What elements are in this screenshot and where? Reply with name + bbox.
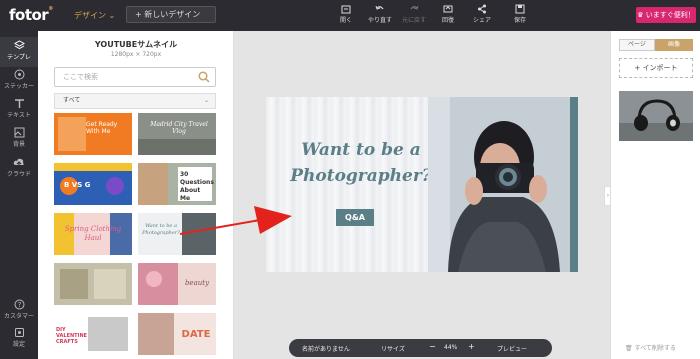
bottom-toolbar: 名前がありません リサイズ − 44% + プレビュー xyxy=(289,339,552,357)
photographer-photo[interactable] xyxy=(428,97,570,272)
canvas-area: Want to be a Photographer? Q&A xyxy=(234,31,610,359)
chevron-down-icon: ⌄ xyxy=(203,97,209,104)
red-arrow-annotation xyxy=(180,206,292,235)
folder-icon xyxy=(341,5,351,14)
design-artboard[interactable]: Want to be a Photographer? Q&A xyxy=(266,97,578,272)
design-name[interactable]: 名前がありません xyxy=(302,344,350,353)
tab-page[interactable]: ページ xyxy=(619,39,655,51)
undo-icon xyxy=(375,5,384,10)
zoom-in-button[interactable]: + xyxy=(468,342,475,351)
redo-icon xyxy=(410,5,419,10)
template-icon xyxy=(13,40,25,50)
chevron-down-icon: ⌄ xyxy=(108,11,116,20)
open-button[interactable]: 開く xyxy=(329,4,363,24)
save-icon xyxy=(515,4,525,14)
template-panel: YOUTUBEサムネイル 1280px × 720px すべて⌄ Get Rea… xyxy=(38,31,234,359)
undo-button[interactable]: やり直す xyxy=(363,4,397,24)
zoom-out-button[interactable]: − xyxy=(429,342,436,351)
right-panel: ページ 画像 + インポート 🗑 すべて削除する xyxy=(610,31,700,359)
nav-settings[interactable]: 設定 xyxy=(0,327,38,351)
import-button[interactable]: + インポート xyxy=(619,58,693,78)
settings-icon xyxy=(14,328,24,337)
delete-all-button[interactable]: 🗑 すべて削除する xyxy=(625,343,676,352)
new-design-button[interactable]: + 新しいデザイン xyxy=(126,6,216,23)
search-icon[interactable] xyxy=(198,71,210,83)
restore-icon xyxy=(443,5,453,13)
left-nav: テンプレ ステッカー テキスト 背景 クラウド ? カスタマー 設定 xyxy=(0,31,38,359)
chevron-right-icon: › xyxy=(606,192,610,199)
save-button[interactable]: 保存 xyxy=(503,4,537,24)
template-thumb[interactable]: Spring Clothing Haul xyxy=(54,213,132,255)
template-thumb[interactable]: 30 Questions About Me xyxy=(138,163,216,205)
panel-size: 1280px × 720px xyxy=(110,51,162,58)
share-button[interactable]: シェア xyxy=(465,4,499,24)
nav-customer[interactable]: ? カスタマー xyxy=(0,299,38,323)
headphones-image xyxy=(619,91,693,141)
tab-image[interactable]: 画像 xyxy=(655,39,693,51)
background-icon xyxy=(14,127,24,138)
template-thumb[interactable]: DIY VALENTINE CRAFTS xyxy=(54,313,132,355)
search-input[interactable] xyxy=(54,67,216,87)
share-icon xyxy=(478,4,486,14)
teal-accent-strip xyxy=(570,97,578,272)
svg-text:?: ? xyxy=(17,301,21,309)
template-thumb[interactable] xyxy=(54,263,132,305)
template-thumb[interactable]: beauty xyxy=(138,263,216,305)
template-thumb[interactable]: Madrid City Travel Vlog xyxy=(138,113,216,155)
headline-text[interactable]: Want to be a Photographer? xyxy=(286,137,436,189)
uploaded-image-thumb[interactable] xyxy=(619,91,693,141)
nav-cloud[interactable]: クラウド xyxy=(0,157,38,183)
crown-icon: ♛ xyxy=(637,11,644,19)
text-icon xyxy=(14,99,24,108)
trash-icon: 🗑 xyxy=(625,345,633,352)
zoom-level: 44% xyxy=(444,344,458,351)
qa-badge[interactable]: Q&A xyxy=(336,209,374,226)
preview-button[interactable]: プレビュー xyxy=(497,344,527,353)
category-filter[interactable]: すべて ⌄ xyxy=(54,93,216,109)
template-thumb[interactable]: Get Ready With Me xyxy=(54,113,132,155)
resize-button[interactable]: リサイズ xyxy=(381,344,405,353)
nav-stickers[interactable]: ステッカー xyxy=(0,69,38,95)
top-bar: fotor® デザイン ⌄ + 新しいデザイン 開く やり直す 元に戻す 回復 … xyxy=(0,0,700,31)
help-icon: ? xyxy=(14,299,24,310)
cloud-icon xyxy=(13,158,24,167)
fotor-logo[interactable]: fotor® xyxy=(9,6,53,24)
upgrade-button[interactable]: ♛ いますぐ便利！ xyxy=(636,7,696,23)
nav-templates[interactable]: テンプレ xyxy=(0,37,38,67)
design-menu[interactable]: デザイン ⌄ xyxy=(74,10,115,21)
photographer-illustration xyxy=(428,97,570,272)
panel-title: YOUTUBEサムネイル xyxy=(94,40,178,49)
template-thumb[interactable]: B VS G xyxy=(54,163,132,205)
restore-button[interactable]: 回復 xyxy=(431,4,465,24)
redo-button[interactable]: 元に戻す xyxy=(397,4,431,24)
template-thumb[interactable]: DATE xyxy=(138,313,216,355)
sticker-icon xyxy=(14,69,24,80)
nav-text[interactable]: テキスト xyxy=(0,98,38,124)
nav-background[interactable]: 背景 xyxy=(0,127,38,153)
